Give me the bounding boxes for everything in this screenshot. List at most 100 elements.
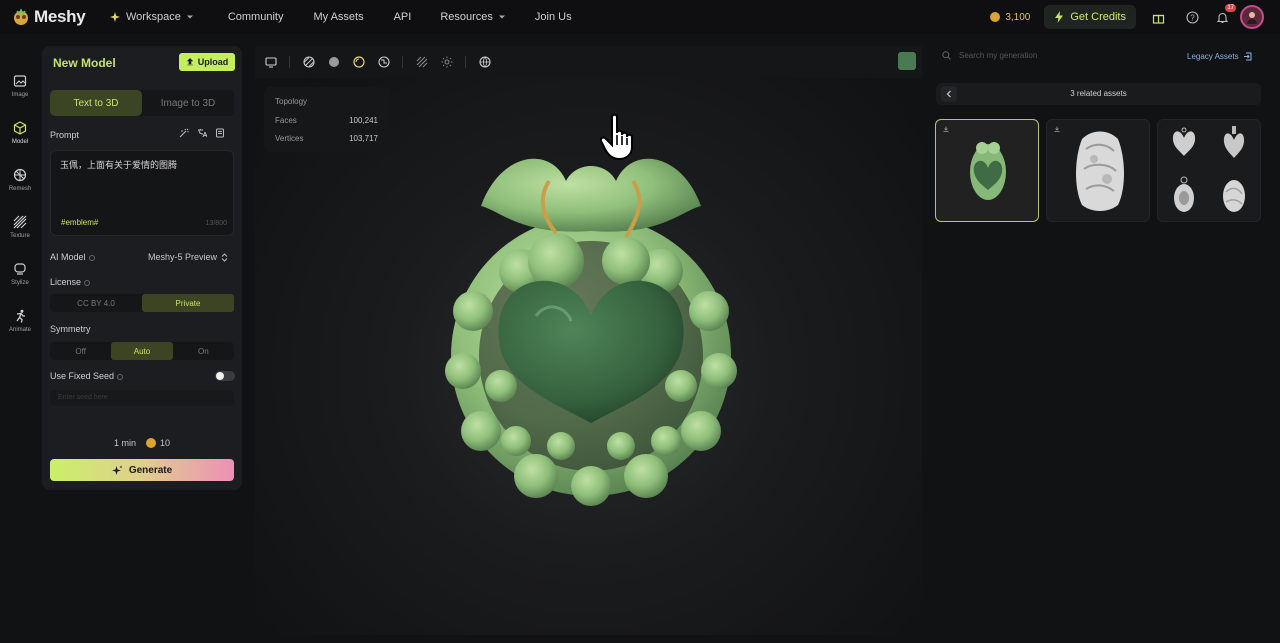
rail-item-stylize[interactable]: Stylize: [0, 262, 40, 286]
running-figure-icon: [16, 309, 25, 323]
upload-icon: [186, 58, 193, 66]
asset-card-untextured[interactable]: [1046, 119, 1150, 222]
hand-pointer-cursor: [599, 113, 633, 161]
select-arrows-icon: [221, 252, 228, 262]
export-icon: [1243, 52, 1252, 61]
legacy-assets-label: Legacy Assets: [1187, 52, 1239, 61]
stat-vertices-value: 103,717: [349, 134, 378, 143]
nav-api-label: API: [393, 11, 412, 23]
search-placeholder: Search my generation: [959, 51, 1038, 60]
monitor-icon[interactable]: [265, 56, 277, 68]
license-option-cc-by[interactable]: CC BY 4.0: [50, 294, 142, 312]
textured-sphere-icon[interactable]: [378, 56, 390, 68]
stat-vertices: Vertices 103,717: [275, 134, 378, 143]
brand-logo[interactable]: Meshy: [12, 7, 92, 27]
nav-workspace-label: Workspace: [126, 11, 181, 23]
search-icon: [942, 51, 951, 60]
nav-resources-label: Resources: [440, 11, 493, 23]
nav-my-assets[interactable]: My Assets: [313, 11, 363, 23]
rail-item-texture[interactable]: Texture: [0, 215, 40, 239]
solid-sphere-icon[interactable]: [328, 56, 340, 68]
rail-item-model[interactable]: Model: [0, 121, 40, 145]
prompt-label: Prompt: [50, 130, 80, 140]
nav-community[interactable]: Community: [228, 11, 284, 23]
magic-wand-icon[interactable]: [179, 128, 189, 138]
tool-rail: Image Model Remesh Texture Stylize Anima…: [0, 34, 40, 643]
texture-pattern-icon[interactable]: [416, 56, 428, 68]
translate-icon[interactable]: [197, 128, 207, 138]
related-assets-title: 3 related assets: [1070, 89, 1127, 98]
download-icon[interactable]: [943, 126, 949, 132]
tab-text-to-3d[interactable]: Text to 3D: [50, 90, 142, 116]
notifications-button[interactable]: 17: [1210, 4, 1236, 29]
credit-balance[interactable]: 3,100: [990, 12, 1030, 23]
stat-topology-label: Topology: [275, 97, 308, 106]
environment-icon[interactable]: [479, 56, 491, 68]
download-icon[interactable]: [1054, 126, 1060, 132]
avatar-image: [1247, 12, 1257, 24]
rail-label-image: Image: [11, 92, 29, 98]
generate-button[interactable]: Generate: [50, 459, 234, 481]
seed-input[interactable]: Enter seed here: [50, 390, 234, 406]
nav-join-us[interactable]: Join Us: [535, 11, 572, 23]
related-assets-bar: 3 related assets: [936, 83, 1261, 105]
stylize-icon: [14, 263, 26, 275]
rail-label-model: Model: [11, 139, 29, 145]
light-icon[interactable]: [441, 56, 453, 68]
rail-label-animate: Animate: [8, 327, 31, 333]
nav-api[interactable]: API: [394, 11, 412, 23]
symmetry-toggle: Off Auto On: [50, 342, 234, 360]
sparkle-icon: [111, 465, 123, 475]
back-button[interactable]: [941, 86, 957, 102]
asset-card-textured[interactable]: [935, 119, 1039, 222]
ai-model-select[interactable]: Meshy-5 Preview: [148, 252, 228, 262]
rail-item-image[interactable]: Image: [0, 74, 40, 98]
get-credits-button[interactable]: Get Credits: [1044, 5, 1136, 29]
nav-workspace[interactable]: Workspace: [109, 11, 194, 23]
sparkle-icon: [110, 12, 120, 22]
nav-join-us-label: Join Us: [534, 11, 572, 23]
asset-card-variants[interactable]: [1157, 119, 1261, 222]
help-button[interactable]: ?: [1180, 5, 1204, 29]
symmetry-option-on[interactable]: On: [173, 342, 234, 360]
credit-cost-value: 10: [160, 438, 171, 448]
info-icon: [84, 279, 91, 286]
symmetry-option-off[interactable]: Off: [50, 342, 111, 360]
panel-title: New Model: [53, 56, 116, 70]
license-option-private[interactable]: Private: [142, 294, 234, 312]
rail-label-remesh: Remesh: [8, 186, 32, 192]
user-avatar[interactable]: [1240, 5, 1264, 29]
gift-button[interactable]: [1146, 5, 1170, 29]
book-icon[interactable]: [215, 128, 225, 138]
wireframe-sphere-icon[interactable]: [303, 56, 315, 68]
generation-cost: 1 min 10: [42, 438, 242, 448]
fixed-seed-switch[interactable]: [215, 371, 235, 381]
brand-name: Meshy: [34, 7, 86, 26]
generation-search[interactable]: Search my generation: [942, 51, 1037, 60]
3d-viewer[interactable]: Topology Faces 100,241 Vertices 103,717: [255, 46, 922, 635]
model-thumbnail[interactable]: [898, 52, 916, 70]
coin-icon: [990, 12, 1001, 22]
legacy-assets-link[interactable]: Legacy Assets: [1187, 52, 1252, 61]
ai-model-label: AI Model: [50, 252, 95, 262]
prompt-tag[interactable]: #emblem#: [61, 218, 98, 227]
rail-item-animate[interactable]: Animate: [0, 309, 40, 333]
toolbar-divider: [465, 56, 466, 68]
prompt-textarea[interactable]: 玉佩，上面有关于爱情的图腾 #emblem# 13/800: [50, 150, 234, 236]
estimated-time: 1 min: [113, 438, 136, 448]
grey-mesh-thumbnail: [1076, 131, 1124, 211]
upload-button[interactable]: Upload: [179, 53, 235, 71]
rail-item-remesh[interactable]: Remesh: [0, 168, 40, 192]
shaded-sphere-icon[interactable]: [353, 56, 365, 68]
generation-panel: New Model Upload Text to 3D Image to 3D …: [42, 46, 242, 490]
mesh-stats: Topology Faces 100,241 Vertices 103,717: [264, 87, 390, 152]
symmetry-option-auto[interactable]: Auto: [111, 342, 173, 360]
texture-icon: [13, 215, 27, 229]
nav-resources[interactable]: Resources: [440, 11, 506, 23]
carved-pendant-thumbnail: [1223, 180, 1245, 212]
stat-vertices-label: Vertices: [275, 134, 304, 143]
tab-image-to-3d[interactable]: Image to 3D: [142, 90, 234, 116]
prompt-text: 玉佩，上面有关于爱情的图腾: [60, 161, 178, 171]
fixed-seed-label: Use Fixed Seed: [50, 371, 124, 381]
chevron-left-icon: [946, 90, 951, 98]
